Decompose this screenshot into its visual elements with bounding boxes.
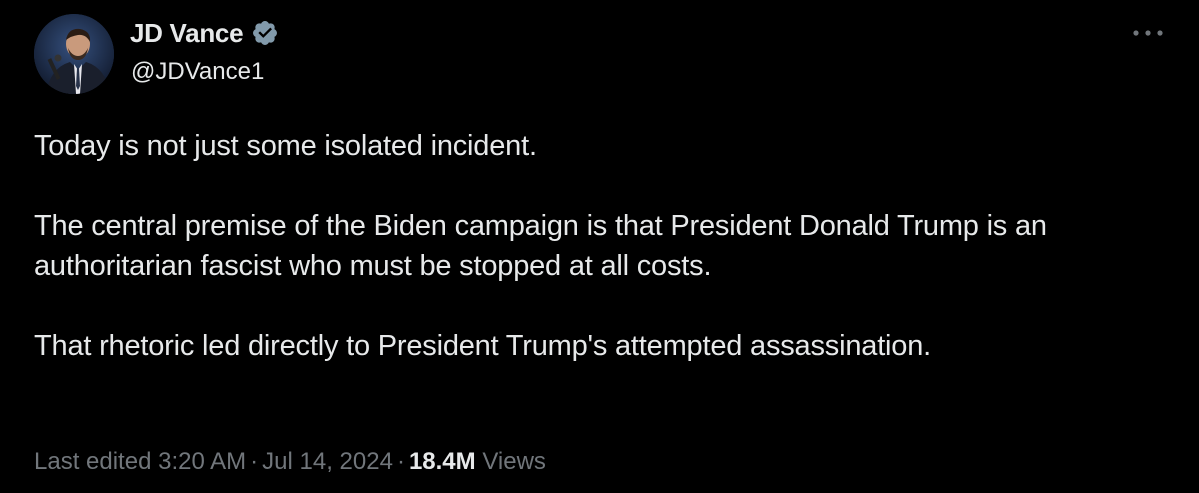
tweet-paragraph: The central premise of the Biden campaig… xyxy=(34,210,1047,282)
more-options-button[interactable] xyxy=(1128,18,1168,48)
avatar[interactable] xyxy=(34,14,114,94)
more-horizontal-icon xyxy=(1133,30,1163,36)
tweet-date[interactable]: Jul 14, 2024 xyxy=(262,448,393,475)
meta-separator: · xyxy=(396,448,405,475)
user-avatar-icon xyxy=(34,14,114,94)
author-display-name[interactable]: JD Vance xyxy=(130,18,244,49)
verified-badge-icon xyxy=(251,19,279,47)
views-label: Views xyxy=(482,448,546,475)
author-handle[interactable]: @JDVance1 xyxy=(131,58,264,86)
tweet-paragraph: That rhetoric led directly to President … xyxy=(34,330,932,362)
tweet-card: JD Vance @JDVance1 Today is not just som… xyxy=(0,0,1199,493)
views-count: 18.4M xyxy=(408,448,476,475)
tweet-text: Today is not just some isolated incident… xyxy=(34,126,1174,366)
edited-timestamp[interactable]: Last edited 3:20 AM xyxy=(34,448,246,475)
tweet-paragraph: Today is not just some isolated incident… xyxy=(34,130,537,162)
tweet-meta: Last edited 3:20 AM · Jul 14, 2024 · 18.4M V… xyxy=(34,446,546,478)
meta-separator: · xyxy=(250,448,259,475)
author-name-row: JD Vance xyxy=(130,16,279,50)
